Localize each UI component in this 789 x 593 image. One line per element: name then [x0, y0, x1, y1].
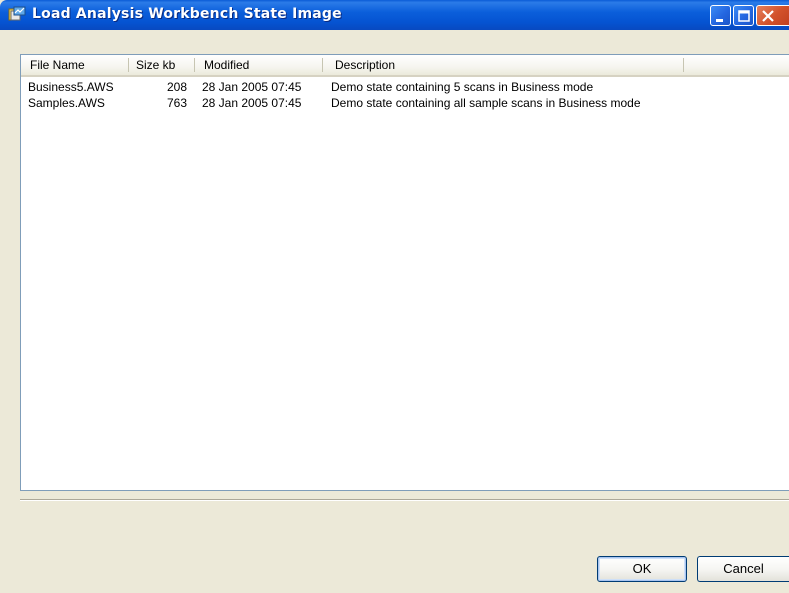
ok-button[interactable]: OK	[597, 556, 687, 582]
column-header-size[interactable]: Size kb	[136, 55, 175, 75]
file-name-cell: Business5.AWS	[28, 80, 114, 94]
title-bar[interactable]: Load Analysis Workbench State Image	[0, 0, 789, 30]
maximize-icon	[738, 10, 750, 22]
size-cell: 208	[166, 80, 187, 94]
column-divider[interactable]	[194, 58, 195, 72]
column-divider[interactable]	[322, 58, 323, 72]
modified-cell: 28 Jan 2005 07:45	[202, 96, 302, 110]
minimize-button[interactable]	[710, 5, 731, 26]
list-item[interactable]: Business5.AWS 208 28 Jan 2005 07:45 Demo…	[21, 79, 789, 95]
file-name-cell: Samples.AWS	[28, 96, 105, 110]
file-list[interactable]: File Name Size kb Modified Description B…	[20, 54, 789, 491]
separator-line	[20, 499, 789, 501]
description-cell: Demo state containing all sample scans i…	[331, 96, 641, 110]
maximize-button[interactable]	[733, 5, 754, 26]
list-item[interactable]: Samples.AWS 763 28 Jan 2005 07:45 Demo s…	[21, 95, 789, 111]
window-title: Load Analysis Workbench State Image	[32, 6, 342, 22]
modified-cell: 28 Jan 2005 07:45	[202, 80, 302, 94]
size-cell: 763	[166, 96, 187, 110]
cancel-button[interactable]: Cancel	[697, 556, 789, 582]
dialog-window: Load Analysis Workbench State Image File…	[0, 0, 789, 593]
column-divider[interactable]	[683, 58, 684, 72]
description-cell: Demo state containing 5 scans in Busines…	[331, 80, 594, 94]
column-divider[interactable]	[128, 58, 129, 72]
workbench-icon	[8, 6, 26, 22]
column-header-file-name[interactable]: File Name	[30, 55, 85, 75]
close-button[interactable]	[756, 5, 789, 26]
column-header-modified[interactable]: Modified	[204, 55, 249, 75]
list-header: File Name Size kb Modified Description	[21, 55, 789, 77]
minimize-icon	[716, 19, 723, 22]
column-header-description[interactable]: Description	[335, 55, 395, 75]
close-icon	[762, 10, 774, 22]
